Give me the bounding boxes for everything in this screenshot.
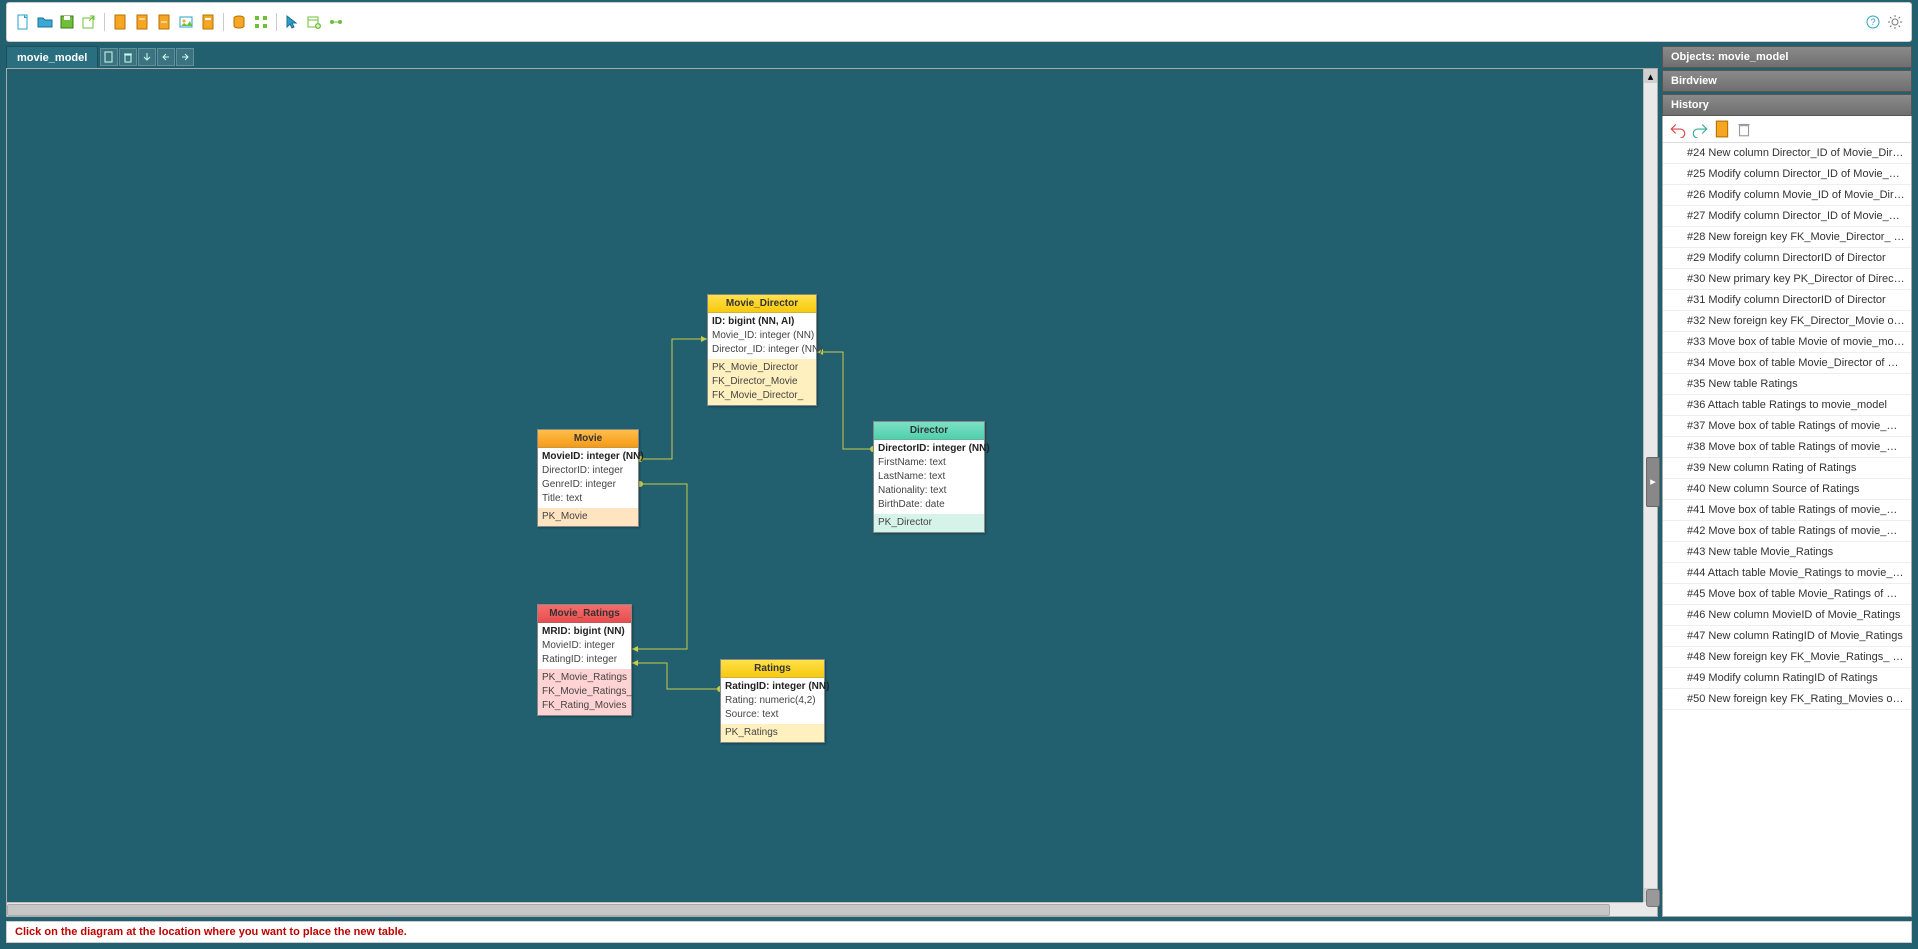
diagram-canvas[interactable]: Movie_Director ID: bigint (NN, AI)Movie_…: [6, 68, 1658, 917]
history-item[interactable]: #33 Move box of table Movie of movie_mod…: [1663, 332, 1911, 353]
history-item[interactable]: #47 New column RatingID of Movie_Ratings: [1663, 626, 1911, 647]
history-item[interactable]: #40 New column Source of Ratings: [1663, 479, 1911, 500]
history-delete-icon[interactable]: [1735, 120, 1753, 138]
history-redo-icon[interactable]: [1691, 120, 1709, 138]
table-title: Movie_Director: [708, 295, 816, 313]
table-keys: PK_Director: [874, 514, 984, 532]
table-columns: DirectorID: integer (NN)FirstName: textL…: [874, 440, 984, 514]
tab-left-icon[interactable]: [157, 48, 175, 66]
export-icon[interactable]: [79, 12, 99, 32]
model-tab[interactable]: movie_model: [6, 46, 98, 68]
history-item[interactable]: #50 New foreign key FK_Rating_Movies of …: [1663, 689, 1911, 710]
help-icon[interactable]: ?: [1863, 12, 1883, 32]
image-icon[interactable]: [176, 12, 196, 32]
table-columns: MovieID: integer (NN)DirectorID: integer…: [538, 448, 638, 508]
table-title: Movie_Ratings: [538, 605, 631, 623]
svg-text:?: ?: [1870, 17, 1875, 27]
table-columns: RatingID: integer (NN)Rating: numeric(4,…: [721, 678, 824, 724]
history-item[interactable]: #44 Attach table Movie_Ratings to movie_…: [1663, 563, 1911, 584]
table-movie[interactable]: Movie MovieID: integer (NN)DirectorID: i…: [537, 429, 639, 527]
table-columns: MRID: bigint (NN)MovieID: integerRatingI…: [538, 623, 631, 669]
table-ratings[interactable]: Ratings RatingID: integer (NN)Rating: nu…: [720, 659, 825, 743]
main-toolbar: ?: [6, 2, 1912, 42]
table-title: Ratings: [721, 660, 824, 678]
horizontal-scrollbar[interactable]: [7, 902, 1643, 916]
history-item[interactable]: #45 Move box of table Movie_Ratings of m…: [1663, 584, 1911, 605]
tag-handle-icon[interactable]: [1646, 889, 1660, 907]
objects-panel-header[interactable]: Objects: movie_model: [1662, 46, 1912, 68]
table-keys: PK_Movie_RatingsFK_Movie_Ratings_FK_Rati…: [538, 669, 631, 715]
history-item[interactable]: #43 New table Movie_Ratings: [1663, 542, 1911, 563]
toolbar-separator: [104, 13, 105, 31]
settings-icon[interactable]: [1885, 12, 1905, 32]
doc-orange-3-icon[interactable]: [154, 12, 174, 32]
tab-new-icon[interactable]: [100, 48, 118, 66]
history-doc-icon[interactable]: [1713, 120, 1731, 138]
doc-orange-icon[interactable]: [110, 12, 130, 32]
table-title: Movie: [538, 430, 638, 448]
doc-orange-2-icon[interactable]: [132, 12, 152, 32]
history-item[interactable]: #35 New table Ratings: [1663, 374, 1911, 395]
tab-right-icon[interactable]: [176, 48, 194, 66]
history-item[interactable]: #24 New column Director_ID of Movie_Dire…: [1663, 143, 1911, 164]
save-icon[interactable]: [57, 12, 77, 32]
open-folder-icon[interactable]: [35, 12, 55, 32]
doc-orange-4-icon[interactable]: [198, 12, 218, 32]
history-toolbar: [1663, 116, 1911, 143]
toolbar-separator: [223, 13, 224, 31]
new-table-icon[interactable]: [304, 12, 324, 32]
table-keys: PK_Movie: [538, 508, 638, 526]
status-bar: Click on the diagram at the location whe…: [6, 921, 1912, 943]
status-message: Click on the diagram at the location whe…: [15, 926, 407, 938]
history-list[interactable]: #24 New column Director_ID of Movie_Dire…: [1663, 143, 1911, 916]
table-columns: ID: bigint (NN, AI)Movie_ID: integer (NN…: [708, 313, 816, 359]
scroll-up-icon[interactable]: ▴: [1644, 69, 1657, 83]
toolbar-separator: [276, 13, 277, 31]
history-item[interactable]: #31 Modify column DirectorID of Director: [1663, 290, 1911, 311]
table-director[interactable]: Director DirectorID: integer (NN)FirstNa…: [873, 421, 985, 533]
history-item[interactable]: #26 Modify column Movie_ID of Movie_Dire…: [1663, 185, 1911, 206]
history-item[interactable]: #48 New foreign key FK_Movie_Ratings_ of…: [1663, 647, 1911, 668]
new-relation-icon[interactable]: [326, 12, 346, 32]
history-item[interactable]: #39 New column Rating of Ratings: [1663, 458, 1911, 479]
birdview-panel-title: Birdview: [1671, 75, 1717, 87]
history-item[interactable]: #28 New foreign key FK_Movie_Director_ o…: [1663, 227, 1911, 248]
history-item[interactable]: #25 Modify column Director_ID of Movie_D…: [1663, 164, 1911, 185]
objects-panel-title: Objects: movie_model: [1671, 51, 1788, 63]
history-item[interactable]: #30 New primary key PK_Director of Direc…: [1663, 269, 1911, 290]
tab-down-icon[interactable]: [138, 48, 156, 66]
table-movie-director[interactable]: Movie_Director ID: bigint (NN, AI)Movie_…: [707, 294, 817, 406]
history-item[interactable]: #49 Modify column RatingID of Ratings: [1663, 668, 1911, 689]
tab-bar: movie_model: [6, 46, 1658, 68]
model-tab-label: movie_model: [17, 52, 87, 64]
history-item[interactable]: #46 New column MovieID of Movie_Ratings: [1663, 605, 1911, 626]
tab-delete-icon[interactable]: [119, 48, 137, 66]
history-panel-header[interactable]: History: [1662, 94, 1912, 116]
new-file-icon[interactable]: [13, 12, 33, 32]
table-keys: PK_Ratings: [721, 724, 824, 742]
table-movie-ratings[interactable]: Movie_Ratings MRID: bigint (NN)MovieID: …: [537, 604, 632, 716]
history-item[interactable]: #42 Move box of table Ratings of movie_m…: [1663, 521, 1911, 542]
history-item[interactable]: #41 Move box of table Ratings of movie_m…: [1663, 500, 1911, 521]
history-item[interactable]: #34 Move box of table Movie_Director of …: [1663, 353, 1911, 374]
database-icon[interactable]: [229, 12, 249, 32]
history-item[interactable]: #36 Attach table Ratings to movie_model: [1663, 395, 1911, 416]
panel-collapse-icon[interactable]: ▸: [1646, 457, 1660, 507]
history-item[interactable]: #27 Modify column Director_ID of Movie_D…: [1663, 206, 1911, 227]
schema-icon[interactable]: [251, 12, 271, 32]
birdview-panel-header[interactable]: Birdview: [1662, 70, 1912, 92]
history-item[interactable]: #29 Modify column DirectorID of Director: [1663, 248, 1911, 269]
table-keys: PK_Movie_DirectorFK_Director_MovieFK_Mov…: [708, 359, 816, 405]
history-item[interactable]: #37 Move box of table Ratings of movie_m…: [1663, 416, 1911, 437]
history-undo-icon[interactable]: [1669, 120, 1687, 138]
history-item[interactable]: #38 Move box of table Ratings of movie_m…: [1663, 437, 1911, 458]
history-panel-title: History: [1671, 99, 1709, 111]
history-panel-body: #24 New column Director_ID of Movie_Dire…: [1662, 116, 1912, 917]
table-title: Director: [874, 422, 984, 440]
history-item[interactable]: #32 New foreign key FK_Director_Movie of…: [1663, 311, 1911, 332]
pointer-icon[interactable]: [282, 12, 302, 32]
